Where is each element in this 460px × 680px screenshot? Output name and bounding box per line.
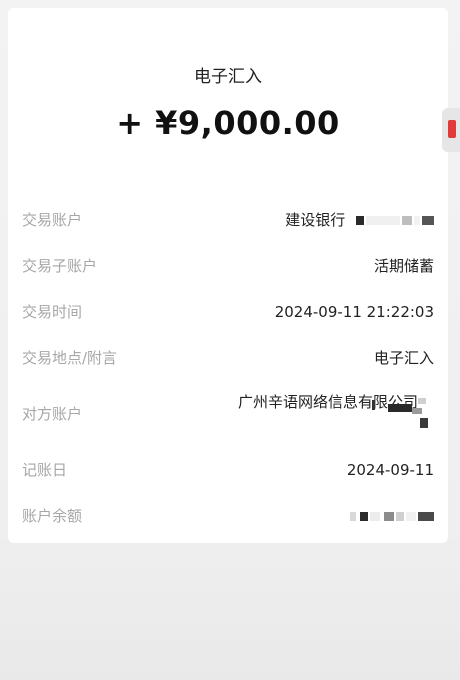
detail-label: 交易账户 [22,211,83,229]
detail-row-account: 交易账户 建设银行 [22,208,434,232]
detail-label: 交易地点/附言 [22,349,118,367]
detail-value: 电子汇入 [373,349,434,367]
redacted-account-number [350,211,434,229]
transaction-detail-card: 电子汇入 + ¥9,000.00 交易账户 建设银行 交易子账户 活期储蓄 交易… [8,8,448,543]
detail-label: 对方账户 [22,405,83,423]
detail-value: 2024-09-11 [346,461,434,479]
detail-label: 账户余额 [22,507,83,525]
gift-icon [448,120,456,138]
side-float-tab[interactable] [442,108,460,152]
detail-value: 2024-09-11 21:22:03 [274,303,434,321]
redacted-counterparty-account [372,394,434,430]
detail-row-location-note: 交易地点/附言 电子汇入 [22,346,434,370]
detail-row-counterparty: 对方账户 广州辛语网络信息有限公司 [22,392,434,434]
transaction-amount: + ¥9,000.00 [116,104,340,142]
detail-row-posting-date: 记账日 2024-09-11 [22,458,434,482]
detail-value: 建设银行 [285,208,434,232]
bank-name: 建设银行 [285,211,346,229]
redacted-balance [348,504,434,528]
transaction-type-title: 电子汇入 [194,67,262,87]
detail-row-sub-account: 交易子账户 活期储蓄 [22,254,434,278]
detail-value: 活期储蓄 [373,257,434,275]
detail-label: 交易时间 [22,303,83,321]
detail-row-time: 交易时间 2024-09-11 21:22:03 [22,300,434,324]
detail-label: 交易子账户 [22,257,98,275]
detail-row-balance: 账户余额 [22,504,434,528]
detail-label: 记账日 [22,461,68,479]
